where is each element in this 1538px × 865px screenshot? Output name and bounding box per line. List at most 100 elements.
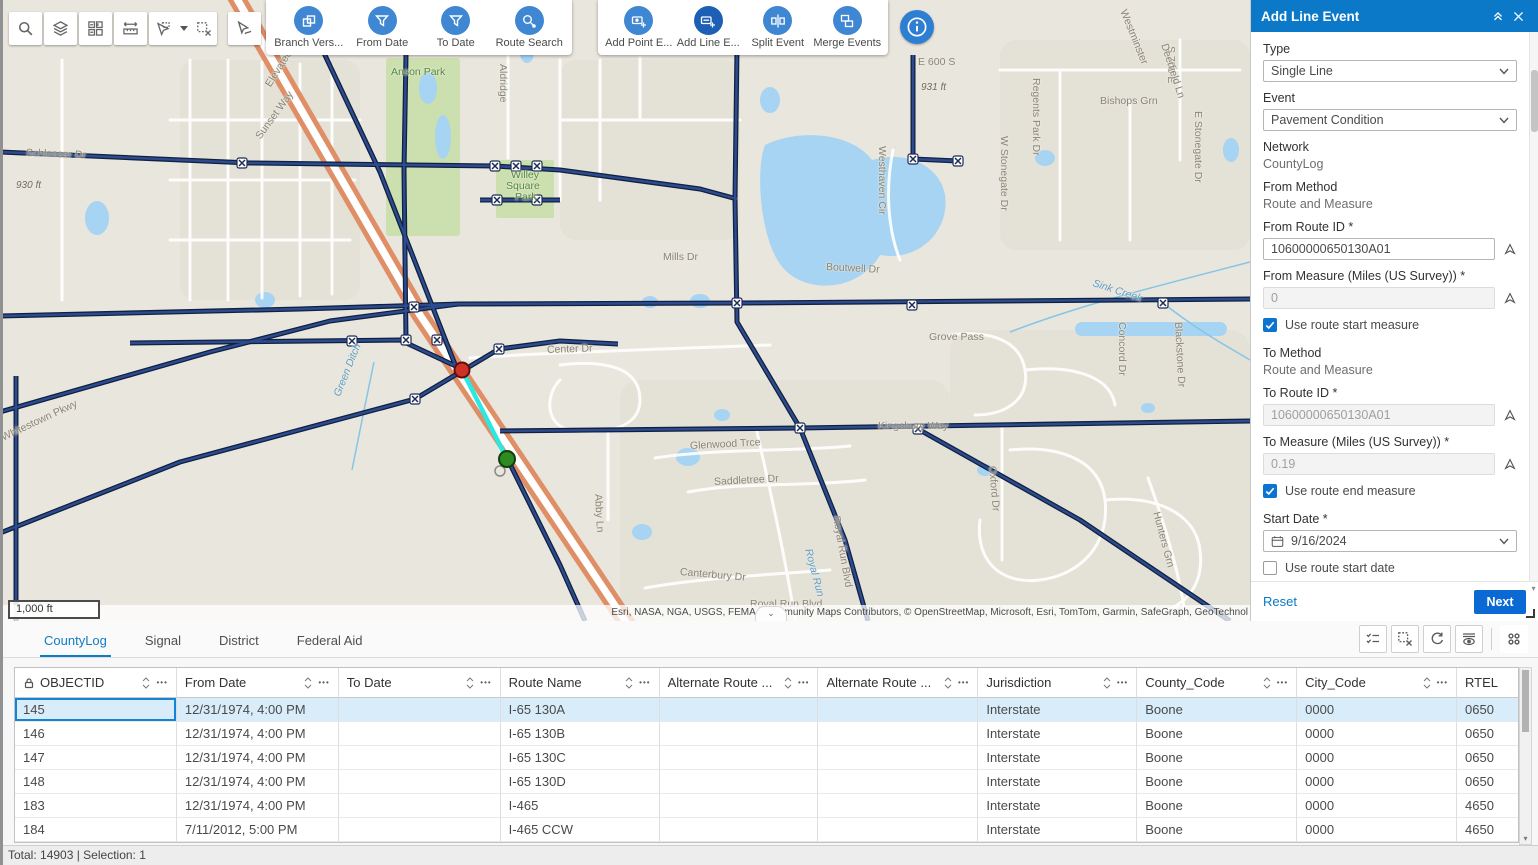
cell-county-code[interactable]: Boone	[1137, 794, 1297, 818]
column-header-county-code[interactable]: County_Code•••	[1137, 668, 1297, 698]
panel-scrollbar-thumb[interactable]	[1531, 70, 1538, 132]
cell-rtel[interactable]: 0650	[1457, 722, 1518, 746]
cell-alt-route-2[interactable]	[818, 818, 978, 842]
cell-alt-route-2[interactable]	[818, 746, 978, 770]
cell-to-date[interactable]	[339, 770, 501, 794]
route-selector-tool-button[interactable]	[228, 12, 261, 45]
next-button[interactable]: Next	[1474, 590, 1526, 614]
cell-from-date[interactable]: 12/31/1974, 4:00 PM	[177, 746, 339, 770]
cell-objectid[interactable]: 148	[15, 770, 177, 794]
cell-rtel[interactable]: 4650	[1457, 818, 1518, 842]
cell-alt-route-1[interactable]	[660, 794, 819, 818]
use-route-start-date-checkbox[interactable]	[1263, 561, 1277, 575]
cell-route-name[interactable]: I-65 130D	[501, 770, 660, 794]
column-header-city-code[interactable]: City_Code•••	[1297, 668, 1457, 698]
cell-rtel[interactable]: 4650	[1457, 794, 1518, 818]
map-canvas[interactable]	[0, 0, 1250, 621]
table-options-button[interactable]	[1500, 625, 1528, 653]
column-menu-icon[interactable]: •••	[1117, 678, 1128, 687]
panel-scrollbar[interactable]	[1529, 32, 1538, 581]
show-selected-records-button[interactable]	[1359, 625, 1387, 653]
column-menu-icon[interactable]: •••	[958, 678, 969, 687]
measure-button[interactable]	[114, 12, 147, 45]
cell-jurisdiction[interactable]: Interstate	[978, 794, 1137, 818]
cell-from-date[interactable]: 12/31/1974, 4:00 PM	[177, 698, 339, 722]
column-header-route-name[interactable]: Route Name•••	[501, 668, 660, 698]
cell-city-code[interactable]: 0000	[1297, 698, 1457, 722]
cell-route-name[interactable]: I-465 CCW	[501, 818, 660, 842]
use-route-end-measure-checkbox[interactable]	[1263, 484, 1277, 498]
table-row[interactable]: 146 12/31/1974, 4:00 PM I-65 130B Inters…	[15, 722, 1518, 746]
tab-district[interactable]: District	[215, 623, 263, 657]
cell-county-code[interactable]: Boone	[1137, 818, 1297, 842]
cell-alt-route-1[interactable]	[660, 770, 819, 794]
type-select[interactable]: Single Line	[1263, 60, 1517, 82]
use-route-start-measure-checkbox[interactable]	[1263, 318, 1277, 332]
cell-alt-route-2[interactable]	[818, 794, 978, 818]
column-header-alternate-route-1[interactable]: Alternate Route ...•••	[660, 668, 819, 698]
cell-route-name[interactable]: I-65 130C	[501, 746, 660, 770]
cell-jurisdiction[interactable]: Interstate	[978, 770, 1137, 794]
column-header-rtel[interactable]: RTEL	[1457, 668, 1518, 698]
map-view[interactable]: Elevated Way Sunset Way Anson Park Aldri…	[0, 0, 1250, 621]
column-menu-icon[interactable]: •••	[480, 678, 491, 687]
cell-objectid[interactable]: 183	[15, 794, 177, 818]
column-header-from-date[interactable]: From Date•••	[177, 668, 339, 698]
column-menu-icon[interactable]: •••	[1277, 678, 1288, 687]
cell-alt-route-1[interactable]	[660, 746, 819, 770]
cell-alt-route-2[interactable]	[818, 770, 978, 794]
pick-to-measure-on-map-button[interactable]	[1495, 457, 1517, 471]
tool-to-date[interactable]: To Date	[420, 6, 492, 49]
column-menu-icon[interactable]: •••	[1437, 678, 1448, 687]
panel-resize-handle[interactable]	[1526, 609, 1535, 618]
tool-add-line-event[interactable]: Add Line E...	[674, 6, 744, 49]
cell-alt-route-1[interactable]	[660, 722, 819, 746]
cell-from-date[interactable]: 12/31/1974, 4:00 PM	[177, 722, 339, 746]
collapse-panel-button[interactable]	[1488, 6, 1508, 26]
column-menu-icon[interactable]: •••	[798, 678, 809, 687]
cell-city-code[interactable]: 0000	[1297, 746, 1457, 770]
cell-to-date[interactable]	[339, 698, 501, 722]
tab-federal-aid[interactable]: Federal Aid	[293, 623, 367, 657]
clear-selection-button[interactable]	[191, 12, 217, 45]
pick-from-measure-on-map-button[interactable]	[1495, 291, 1517, 305]
cell-county-code[interactable]: Boone	[1137, 722, 1297, 746]
cell-jurisdiction[interactable]: Interstate	[978, 698, 1137, 722]
cell-city-code[interactable]: 0000	[1297, 722, 1457, 746]
cell-city-code[interactable]: 0000	[1297, 818, 1457, 842]
cell-county-code[interactable]: Boone	[1137, 746, 1297, 770]
cell-objectid[interactable]: 146	[15, 722, 177, 746]
scroll-down-arrow[interactable]: ▾	[1520, 834, 1531, 843]
column-menu-icon[interactable]: •••	[318, 678, 329, 687]
cell-objectid[interactable]: 145	[15, 698, 177, 722]
tool-from-date[interactable]: From Date	[346, 6, 418, 49]
cell-city-code[interactable]: 0000	[1297, 794, 1457, 818]
cell-alt-route-1[interactable]	[660, 698, 819, 722]
table-row[interactable]: 184 7/11/2012, 5:00 PM I-465 CCW Interst…	[15, 818, 1518, 842]
cell-alt-route-2[interactable]	[818, 698, 978, 722]
cell-route-name[interactable]: I-465	[501, 794, 660, 818]
start-date-picker[interactable]: 9/16/2024	[1263, 530, 1517, 552]
table-vertical-scrollbar[interactable]: ▾	[1519, 667, 1532, 845]
cell-alt-route-1[interactable]	[660, 818, 819, 842]
cell-jurisdiction[interactable]: Interstate	[978, 746, 1137, 770]
basemap-gallery-button[interactable]	[79, 12, 112, 45]
cell-route-name[interactable]: I-65 130B	[501, 722, 660, 746]
reset-button[interactable]: Reset	[1263, 594, 1474, 609]
close-panel-button[interactable]	[1508, 6, 1528, 26]
layers-button[interactable]	[44, 12, 77, 45]
tool-split-event[interactable]: Split Event	[743, 6, 813, 49]
cell-objectid[interactable]: 184	[15, 818, 177, 842]
table-row[interactable]: 147 12/31/1974, 4:00 PM I-65 130C Inters…	[15, 746, 1518, 770]
cell-to-date[interactable]	[339, 794, 501, 818]
column-header-jurisdiction[interactable]: Jurisdiction•••	[978, 668, 1137, 698]
cell-to-date[interactable]	[339, 722, 501, 746]
refresh-table-button[interactable]	[1423, 625, 1451, 653]
event-select[interactable]: Pavement Condition	[1263, 109, 1517, 131]
search-button[interactable]	[9, 12, 42, 45]
table-row[interactable]: 145 12/31/1974, 4:00 PM I-65 130A Inters…	[15, 698, 1518, 722]
column-header-objectid[interactable]: OBJECTID •••	[15, 668, 177, 698]
table-row[interactable]: 183 12/31/1974, 4:00 PM I-465 Interstate…	[15, 794, 1518, 818]
info-button[interactable]	[900, 10, 934, 44]
column-menu-icon[interactable]: •••	[156, 678, 167, 687]
